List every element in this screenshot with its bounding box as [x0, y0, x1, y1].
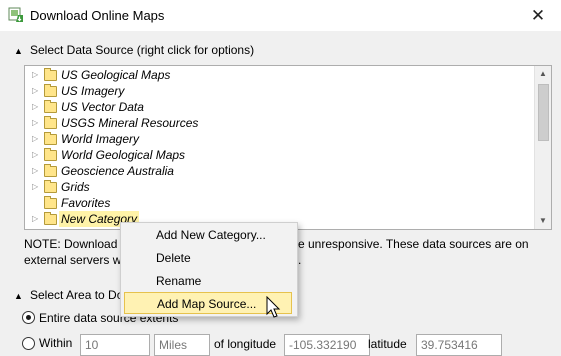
folder-icon: [44, 100, 57, 113]
folder-icon: [44, 116, 57, 129]
entire-extents-radio[interactable]: [22, 311, 35, 324]
window-title: Download Online Maps: [30, 8, 165, 23]
select-area-header[interactable]: ▲ Select Area to Do: [14, 288, 123, 302]
select-area-header-label: Select Area to Do: [30, 288, 124, 302]
folder-icon: [44, 84, 57, 97]
expand-arrow-icon[interactable]: ▷: [32, 211, 42, 227]
menu-item-add-new-category[interactable]: Add New Category...: [124, 224, 292, 246]
folder-icon: [44, 164, 57, 177]
data-source-header-label: Select Data Source (right click for opti…: [30, 43, 255, 57]
note-line-1-start: NOTE: Download s: [24, 237, 127, 251]
download-map-icon: [8, 7, 23, 22]
scroll-down-icon[interactable]: ▼: [535, 213, 551, 229]
tree-item-label: Favorites: [61, 196, 111, 210]
note-line-2-end: .: [298, 253, 302, 267]
data-source-tree[interactable]: ▷ US Geological Maps ▷ US Imagery ▷ US V…: [24, 65, 552, 230]
tree-item-label: World Geological Maps: [61, 148, 186, 162]
within-distance-input[interactable]: 10: [80, 334, 150, 356]
title-bar: Download Online Maps ✕: [0, 0, 561, 31]
longitude-input[interactable]: -105.332190: [284, 334, 370, 356]
collapse-caret-icon: ▲: [14, 46, 23, 56]
note-line-2-start: external servers wh: [24, 253, 129, 267]
latitude-label: latitude: [368, 337, 407, 351]
folder-icon: [44, 148, 57, 161]
folder-icon: [44, 180, 57, 193]
unit-select-value: Miles: [159, 338, 188, 352]
longitude-label: of longitude: [214, 337, 277, 351]
expand-arrow-icon[interactable]: ▷: [32, 67, 42, 83]
expand-arrow-icon[interactable]: ▷: [32, 83, 42, 99]
expand-arrow-icon[interactable]: ▷: [32, 147, 42, 163]
collapse-caret-icon: ▲: [14, 291, 23, 301]
tree-item-label: US Imagery: [61, 84, 125, 98]
close-icon: ✕: [530, 6, 546, 25]
expand-arrow-icon[interactable]: ▷: [32, 131, 42, 147]
scroll-up-icon[interactable]: ▲: [535, 66, 551, 82]
menu-item-delete[interactable]: Delete: [124, 247, 292, 269]
tree-item-label: US Geological Maps: [61, 68, 171, 82]
folder-icon: [44, 68, 57, 81]
folder-icon: [44, 196, 57, 209]
tree-item-label: Grids: [61, 180, 90, 194]
latitude-input[interactable]: 39.753416: [416, 334, 502, 356]
data-source-header[interactable]: ▲ Select Data Source (right click for opt…: [14, 43, 254, 57]
folder-icon: [44, 132, 57, 145]
folder-icon: [44, 212, 57, 225]
close-button[interactable]: ✕: [515, 0, 561, 31]
tree-item-label: USGS Mineral Resources: [61, 116, 199, 130]
expand-arrow-icon[interactable]: ▷: [32, 99, 42, 115]
unit-select[interactable]: Miles: [154, 334, 210, 356]
within-label: Within: [39, 336, 73, 350]
expand-arrow-icon[interactable]: ▷: [32, 163, 42, 179]
mouse-cursor-icon: [266, 296, 281, 318]
scroll-thumb[interactable]: [538, 84, 549, 141]
tree-item-label: US Vector Data: [61, 100, 144, 114]
expand-arrow-icon[interactable]: ▷: [32, 115, 42, 131]
expand-arrow-icon[interactable]: ▷: [32, 179, 42, 195]
tree-scrollbar[interactable]: ▲ ▼: [534, 66, 551, 229]
menu-item-rename[interactable]: Rename: [124, 270, 292, 292]
tree-item-label: World Imagery: [61, 132, 140, 146]
tree-item-label: Geoscience Australia: [61, 164, 174, 178]
note-line-1-end: e unresponsive. These data sources are o…: [298, 237, 529, 251]
